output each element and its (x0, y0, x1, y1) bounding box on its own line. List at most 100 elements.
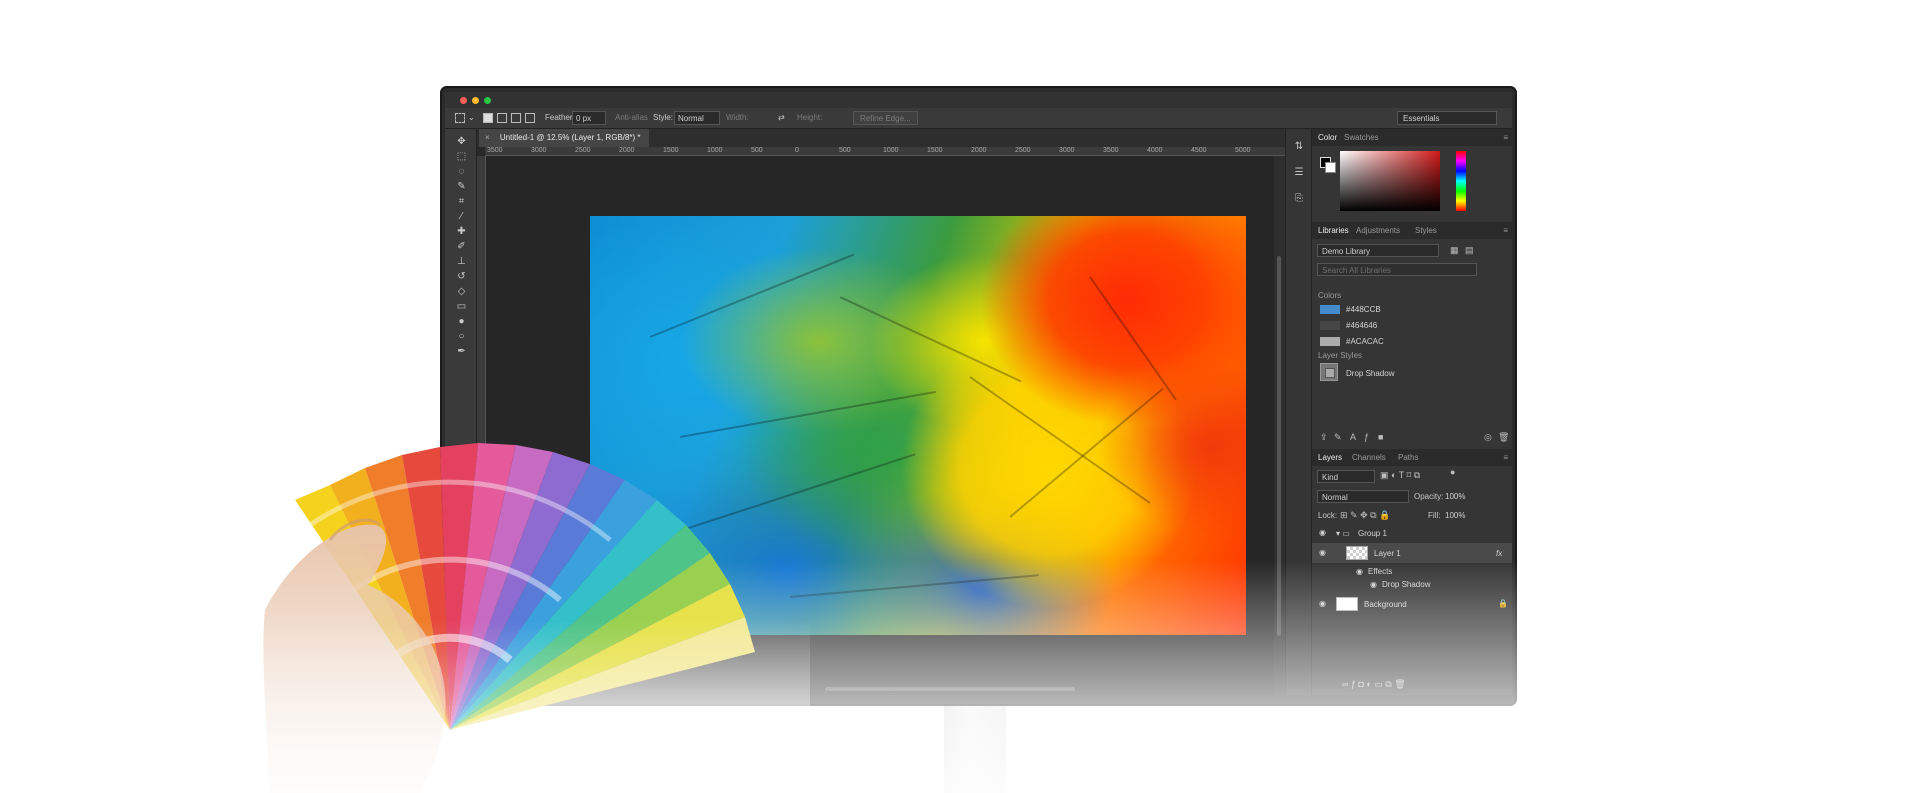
eye-icon[interactable]: ◉ (1356, 567, 1363, 576)
layer-name: Background (1364, 600, 1407, 609)
opacity-value[interactable]: 100% (1445, 492, 1465, 501)
horizontal-scrollbar-thumb[interactable] (825, 687, 1075, 691)
crop-tool-icon[interactable]: ⌗ (455, 196, 468, 208)
filter-icons[interactable]: ▣ ◐ T ⌑ ⧉ (1380, 470, 1420, 481)
blend-mode-select[interactable]: Normal (1317, 490, 1409, 503)
history-brush-tool-icon[interactable]: ↺ (455, 271, 468, 283)
library-color-label: #464646 (1346, 321, 1378, 330)
lock-icons[interactable]: ⊞ ✎ ✥ ⧉ 🔒 (1340, 510, 1390, 521)
tab-adjustments[interactable]: Adjustments (1356, 226, 1400, 235)
ruler-tick: 3500 (1103, 147, 1119, 154)
eraser-tool-icon[interactable]: ◇ (455, 286, 468, 298)
library-color-swatch[interactable] (1320, 305, 1340, 314)
tab-channels[interactable]: Channels (1352, 453, 1386, 462)
eyedropper-tool-icon[interactable]: ⁄ (455, 211, 468, 223)
grid-view-icon[interactable]: ▦ (1450, 245, 1459, 256)
marquee-tool-preset-icon[interactable] (455, 113, 465, 123)
drop-shadow-style-icon[interactable] (1320, 363, 1338, 381)
workspace-select[interactable]: Essentials (1397, 111, 1497, 125)
filter-toggle-icon[interactable]: ● (1450, 467, 1455, 477)
color-field[interactable] (1340, 151, 1440, 211)
anti-alias-checkbox[interactable]: Anti-alias (615, 113, 648, 122)
healing-brush-tool-icon[interactable]: ✚ (455, 226, 468, 238)
parrot-feathers-image[interactable] (590, 216, 1246, 635)
layer-filter-select[interactable]: Kind (1317, 470, 1375, 483)
brush-tool-icon[interactable]: ✐ (455, 241, 468, 253)
ruler-tick: 5000 (1235, 147, 1251, 154)
layer-effect-drop-shadow[interactable]: ◉ Drop Shadow (1312, 578, 1512, 592)
pen-tool-icon[interactable]: ✒ (455, 346, 468, 358)
folder-icon: ▾ ▭ (1336, 529, 1350, 538)
add-color-icon[interactable]: ■ (1378, 432, 1383, 442)
dodge-tool-icon[interactable]: ○ (455, 331, 468, 343)
style-label: Style: (653, 113, 674, 122)
tab-layers[interactable]: Layers (1318, 453, 1342, 462)
style-select[interactable]: Normal (674, 111, 720, 125)
add-graphic-icon[interactable]: ✎ (1334, 432, 1342, 443)
close-tab-icon[interactable]: × (485, 133, 490, 142)
tab-paths[interactable]: Paths (1398, 453, 1418, 462)
library-color-label: #448CCB (1346, 305, 1381, 314)
panel-menu-icon[interactable]: ≡ (1503, 226, 1508, 235)
panel-menu-icon[interactable]: ≡ (1503, 133, 1508, 142)
fill-value[interactable]: 100% (1445, 511, 1465, 520)
move-tool-icon[interactable]: ✥ (455, 136, 468, 148)
subtract-from-selection-icon[interactable] (511, 113, 521, 123)
hue-slider[interactable] (1456, 151, 1466, 211)
layer-row-layer1[interactable]: ◉ Layer 1 fx (1312, 543, 1512, 563)
clone-stamp-tool-icon[interactable]: ⊥ (455, 256, 468, 268)
lock-icon[interactable]: 🔒 (1498, 599, 1508, 608)
layer-name: Group 1 (1358, 529, 1387, 538)
feather-input[interactable]: 0 px (572, 111, 606, 125)
layer-row-group[interactable]: ◉ ▾ ▭ Group 1 (1312, 526, 1512, 540)
layers-footer-icons[interactable]: ∞ ƒ ◘ ◐ ▭ ⧉ 🗑 (1342, 679, 1406, 690)
layer-styles-heading: Layer Styles (1318, 351, 1363, 360)
library-upload-icon[interactable]: ⇪ (1320, 432, 1328, 443)
document-tab[interactable]: × Untitled-1 @ 12.5% (Layer 1, RGB/8*) * (479, 129, 649, 147)
tab-styles[interactable]: Styles (1415, 226, 1437, 235)
eye-icon[interactable]: ◉ (1319, 548, 1326, 557)
chevron-down-icon[interactable]: ⌄ (468, 113, 475, 122)
close-window-button[interactable] (460, 97, 467, 104)
ruler-tick: 3500 (487, 147, 503, 154)
tab-swatches[interactable]: Swatches (1344, 133, 1379, 142)
minimize-window-button[interactable] (472, 97, 479, 104)
marquee-tool-icon[interactable]: ⬚ (455, 151, 468, 163)
list-view-icon[interactable]: ▤ (1465, 245, 1474, 256)
properties-panel-icon[interactable]: ☰ (1293, 167, 1305, 179)
add-to-selection-icon[interactable] (497, 113, 507, 123)
lasso-tool-icon[interactable]: ◌ (455, 166, 468, 178)
scrollbar-thumb[interactable] (1277, 256, 1281, 636)
tool-presets-icon[interactable]: ⎘ (1293, 193, 1305, 205)
new-selection-icon[interactable] (483, 113, 493, 123)
tab-color[interactable]: Color (1318, 133, 1337, 142)
tab-libraries[interactable]: Libraries (1318, 226, 1349, 235)
vertical-scrollbar[interactable] (1274, 156, 1285, 695)
ruler-tick: 3000 (531, 147, 547, 154)
library-delete-icon[interactable]: 🗑 (1498, 432, 1509, 443)
quick-selection-tool-icon[interactable]: ✎ (455, 181, 468, 193)
gradient-tool-icon[interactable]: ▭ (455, 301, 468, 313)
blur-tool-icon[interactable]: ● (455, 316, 468, 328)
intersect-selection-icon[interactable] (525, 113, 535, 123)
library-color-swatch[interactable] (1320, 321, 1340, 330)
library-select[interactable]: Demo Library (1317, 244, 1439, 257)
add-layer-style-icon[interactable]: ƒ (1364, 432, 1369, 442)
add-text-style-icon[interactable]: A (1350, 432, 1356, 442)
refine-edge-button[interactable]: Refine Edge... (853, 111, 918, 125)
layer-row-background[interactable]: ◉ Background 🔒 (1312, 594, 1512, 614)
panel-menu-icon[interactable]: ≡ (1503, 453, 1508, 462)
layer-effects-row[interactable]: ◉ Effects (1312, 565, 1512, 579)
background-color-swatch[interactable] (1325, 162, 1336, 173)
library-search-input[interactable]: Search All Libraries (1317, 263, 1477, 276)
swap-dimensions-icon[interactable]: ⇄ (778, 113, 785, 122)
eye-icon[interactable]: ◉ (1319, 599, 1326, 608)
zoom-window-button[interactable] (484, 97, 491, 104)
fx-icon[interactable]: fx (1496, 549, 1502, 558)
sync-icon[interactable]: ◎ (1484, 432, 1492, 443)
collapsed-panels-strip: ⇅ ☰ ⎘ (1285, 129, 1312, 695)
library-color-swatch[interactable] (1320, 337, 1340, 346)
eye-icon[interactable]: ◉ (1370, 580, 1377, 589)
eye-icon[interactable]: ◉ (1319, 528, 1326, 537)
history-panel-icon[interactable]: ⇅ (1293, 141, 1305, 153)
